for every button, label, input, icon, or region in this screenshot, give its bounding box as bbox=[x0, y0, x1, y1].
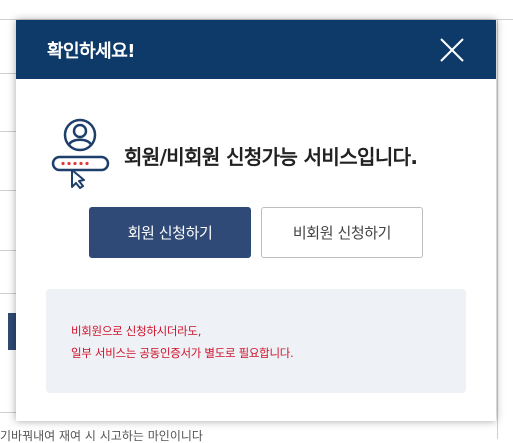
background-divider bbox=[0, 250, 16, 251]
background-divider bbox=[0, 73, 16, 74]
background-divider bbox=[0, 293, 16, 294]
notice-box: 비회원으로 신청하시더라도, 일부 서비스는 공동인증서가 별도로 필요합니다. bbox=[46, 289, 466, 393]
background-divider bbox=[497, 19, 498, 439]
background-divider bbox=[0, 131, 16, 132]
member-apply-button[interactable]: 회원 신청하기 bbox=[89, 207, 251, 258]
confirm-modal: 확인하세요! 회원/비회원 신청가능 서비스입니다. 회원 신청하기 비회원 신… bbox=[16, 20, 496, 421]
background-divider bbox=[0, 412, 16, 413]
background-divider bbox=[0, 190, 16, 191]
background-text: 기바꿔내여 재여 시 시고하는 마인이니다 bbox=[0, 430, 203, 443]
service-headline: 회원/비회원 신청가능 서비스입니다. bbox=[124, 145, 418, 169]
member-service-icon bbox=[50, 117, 110, 189]
modal-header: 확인하세요! bbox=[16, 20, 496, 79]
background-button-fragment bbox=[8, 313, 16, 350]
notice-line: 비회원으로 신청하시더라도, bbox=[71, 324, 202, 338]
modal-title: 확인하세요! bbox=[47, 41, 136, 62]
notice-line: 일부 서비스는 공동인증서가 별도로 필요합니다. bbox=[71, 346, 294, 360]
nonmember-apply-button[interactable]: 비회원 신청하기 bbox=[261, 207, 423, 258]
close-icon[interactable] bbox=[436, 34, 468, 66]
